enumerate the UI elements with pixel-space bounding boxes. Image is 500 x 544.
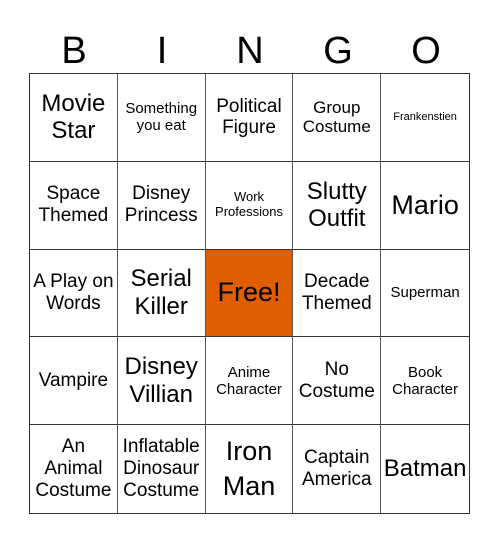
cell-label: Movie Star xyxy=(41,89,106,145)
bingo-cell[interactable]: Iron Man xyxy=(206,425,294,513)
header-letter-g: G xyxy=(323,30,353,72)
bingo-cell[interactable]: Group Costume xyxy=(293,74,382,162)
bingo-cell[interactable]: An Animal Costume xyxy=(30,425,118,513)
cell-label: Vampire xyxy=(38,369,109,391)
cell-label: Something you eat xyxy=(125,100,198,135)
header-letter-b: B xyxy=(61,30,87,72)
cell-label: Superman xyxy=(390,284,460,302)
cell-label: Free! xyxy=(217,277,281,308)
bingo-cell[interactable]: Movie Star xyxy=(30,74,118,162)
cell-label: Frankenstien xyxy=(393,111,457,124)
cell-label: No Costume xyxy=(298,358,375,402)
header-letter-i: I xyxy=(156,30,168,72)
bingo-cell[interactable]: Mario xyxy=(381,162,469,250)
cell-label: Batman xyxy=(383,455,467,483)
bingo-cell[interactable]: Serial Killer xyxy=(117,249,206,338)
bingo-cell[interactable]: Frankenstien xyxy=(381,74,469,162)
free-space-cell[interactable]: Free! xyxy=(205,249,294,338)
bingo-cell[interactable]: Anime Character xyxy=(205,337,294,426)
bingo-cell[interactable]: No Costume xyxy=(293,337,382,426)
bingo-cell[interactable]: Something you eat xyxy=(117,74,206,162)
cell-label: Iron Man xyxy=(222,436,276,502)
cell-label: Inflatable Dinosaur Costume xyxy=(122,436,200,502)
cell-label: Political Figure xyxy=(216,95,282,139)
bingo-header: B I N G O xyxy=(30,28,470,74)
cell-label: Disney Villian xyxy=(124,353,198,408)
bingo-cell[interactable]: Disney Princess xyxy=(117,161,206,250)
bingo-grid: Movie Star Something you eat Political Fig… xyxy=(29,73,470,514)
bingo-cell[interactable]: Superman xyxy=(381,250,469,338)
cell-label: Anime Character xyxy=(216,363,282,398)
cell-label: Captain America xyxy=(301,447,372,491)
header-letter-o: O xyxy=(411,30,441,72)
bingo-cell[interactable]: Inflatable Dinosaur Costume xyxy=(118,425,206,513)
cell-label: A Play on Words xyxy=(33,271,114,314)
cell-label: Group Costume xyxy=(302,97,371,137)
cell-label: Disney Princess xyxy=(124,183,198,227)
bingo-cell[interactable]: Disney Villian xyxy=(117,337,206,426)
bingo-cell[interactable]: Batman xyxy=(381,425,469,513)
bingo-cell[interactable]: Vampire xyxy=(30,337,118,426)
bingo-cell[interactable]: Slutty Outfit xyxy=(293,161,382,250)
bingo-cell[interactable]: Work Professions xyxy=(205,161,294,250)
cell-label: Space Themed xyxy=(38,183,109,227)
cell-label: An Animal Costume xyxy=(35,436,112,502)
bingo-cell[interactable]: Book Character xyxy=(381,337,469,426)
bingo-cell[interactable]: A Play on Words xyxy=(30,249,118,338)
header-letter-n: N xyxy=(236,30,264,72)
bingo-cell[interactable]: Political Figure xyxy=(205,74,294,162)
cell-label: Decade Themed xyxy=(301,271,372,314)
cell-label: Serial Killer xyxy=(130,265,192,320)
cell-label: Work Professions xyxy=(215,189,283,220)
bingo-cell[interactable]: Captain America xyxy=(293,425,382,513)
bingo-cell[interactable]: Space Themed xyxy=(30,161,118,250)
bingo-cell[interactable]: Decade Themed xyxy=(293,249,382,338)
cell-label: Mario xyxy=(391,189,459,220)
cell-label: Slutty Outfit xyxy=(306,177,367,233)
cell-label: Book Character xyxy=(392,363,459,398)
